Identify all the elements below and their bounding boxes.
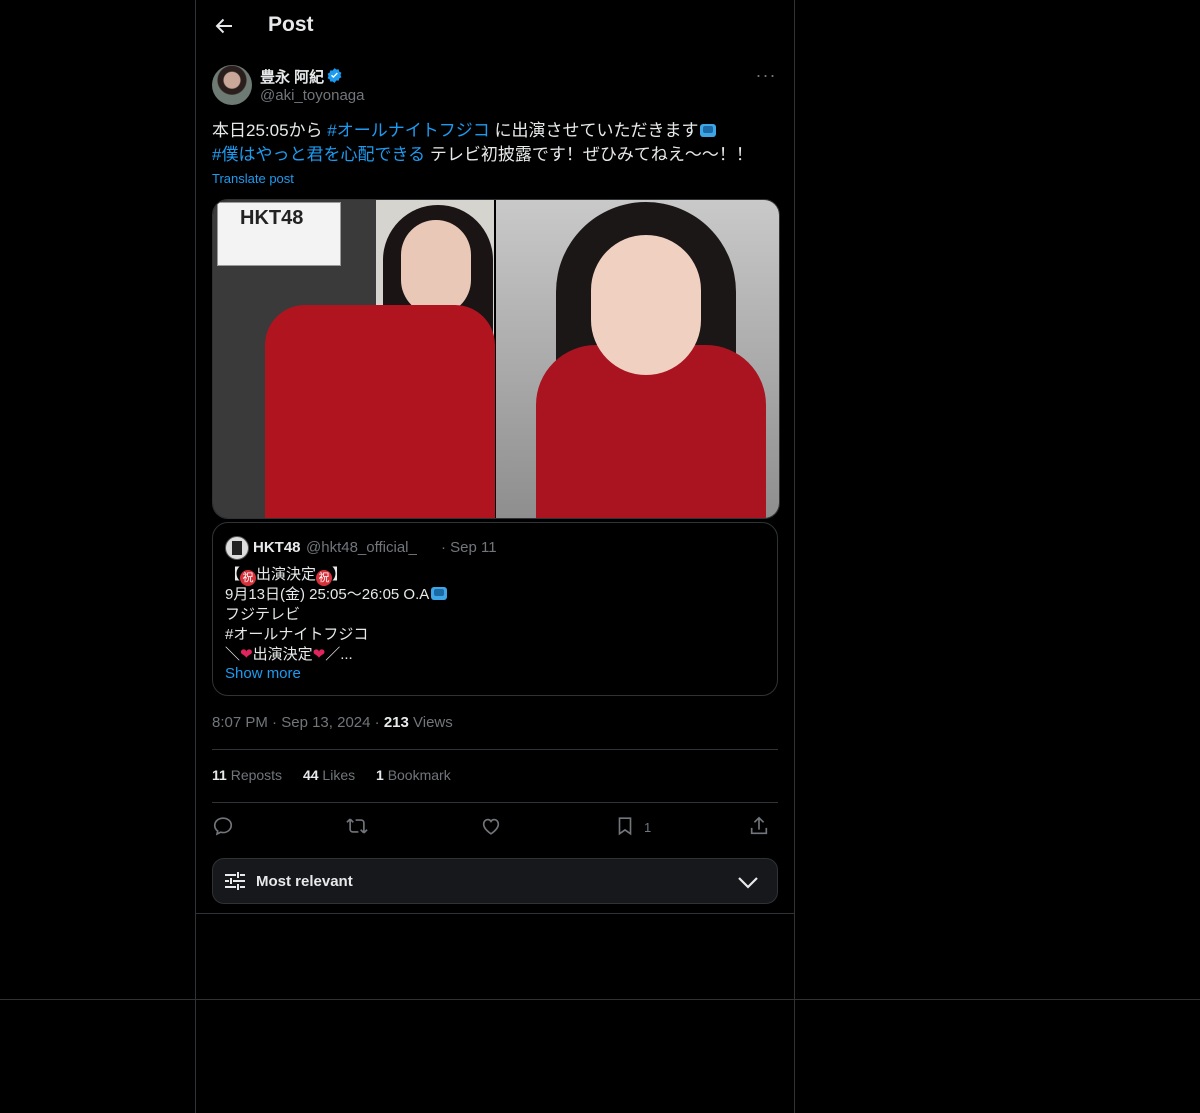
quoted-text-segment: 【 (225, 566, 241, 583)
views-label: Views (413, 714, 453, 731)
author-handle[interactable]: @aki_toyonaga (260, 87, 364, 104)
photo-figure (265, 305, 495, 518)
verified-badge-icon (326, 67, 343, 84)
photo-figure (401, 220, 471, 315)
celebration-mark-icon: 祝 (240, 570, 257, 586)
television-emoji-icon (700, 124, 717, 137)
quoted-text-segment: ／... (325, 646, 353, 663)
divider (212, 802, 778, 803)
post-column: Post 豊永 阿紀 @aki_toyonaga ··· 本日25:05から #… (196, 0, 794, 914)
quoted-text-segment: フジテレビ (225, 606, 301, 623)
post-metadata: 8:07 PM · Sep 13, 2024 · 213 Views (212, 714, 453, 731)
separator: · (272, 714, 282, 731)
bookmark-count: 1 (644, 820, 652, 835)
bookmarks-label: Bookmark (387, 767, 451, 783)
translate-post-link[interactable]: Translate post (212, 171, 294, 186)
post-text: 本日25:05から #オールナイトフジコ に出演させていただきます #僕はやっと… (212, 119, 778, 167)
quoted-text-segment: 出演決定 (256, 566, 317, 583)
post-author: 豊永 阿紀 @aki_toyonaga ··· (212, 65, 778, 107)
post-photo[interactable] (496, 200, 779, 518)
back-arrow-icon[interactable] (212, 14, 236, 38)
more-options-icon[interactable]: ··· (754, 65, 778, 87)
post-date[interactable]: Sep 13, 2024 (281, 714, 370, 731)
reposts-label: Reposts (230, 767, 283, 783)
quoted-author-name: HKT48 (253, 539, 301, 556)
repost-icon[interactable] (346, 815, 368, 837)
heart-emoji-icon: ❤ (312, 646, 326, 663)
reposts-count: 11 (212, 767, 227, 783)
author-name[interactable]: 豊永 阿紀 (260, 66, 324, 87)
page-title: Post (268, 13, 314, 36)
post-text-segment: テレビ初披露です！ぜひみてねえ〜〜！！ (425, 145, 753, 164)
hashtag-link[interactable]: #僕はやっと君を心配できる (212, 145, 425, 164)
divider (212, 749, 778, 750)
post-time[interactable]: 8:07 PM (212, 714, 268, 731)
quoted-post-date: · Sep 11 (441, 539, 497, 556)
likes-count: 44 (302, 767, 319, 783)
bookmarks-count: 1 (376, 767, 384, 783)
separator: · (374, 714, 384, 731)
heart-emoji-icon: ❤ (240, 646, 253, 663)
photo-figure (591, 235, 701, 375)
quoted-text-segment: ＼ (225, 646, 241, 663)
right-column-border (794, 0, 795, 1113)
share-icon[interactable] (748, 815, 770, 837)
hashtag-link[interactable]: #オールナイトフジコ (327, 121, 489, 140)
likes-label: Likes (322, 767, 356, 783)
television-emoji-icon (431, 587, 448, 600)
engagement-stats: 11 Reposts 44 Likes 1 Bookmark (212, 767, 468, 783)
post-text-segment: に出演させていただきます (489, 121, 699, 140)
bookmark-icon[interactable] (614, 815, 636, 837)
quoted-post-text: 【祝出演決定祝】 9月13日(金) 25:05〜26:05 O.A フジテレビ … (225, 565, 448, 665)
reply-sort-dropdown[interactable]: Most relevant (212, 858, 778, 904)
quoted-post[interactable]: HKT48 @hkt48_official_ · Sep 11 【祝出演決定祝】… (212, 522, 778, 696)
post-photo[interactable]: HKT48 (213, 200, 495, 518)
quoted-text-segment: #オールナイトフジコ (225, 626, 369, 643)
quoted-avatar (225, 536, 249, 560)
quoted-text-segment: 】 (332, 566, 348, 583)
views-count: 213 (383, 714, 409, 731)
post-actions: 1 (212, 815, 778, 839)
avatar[interactable] (212, 65, 252, 105)
quoted-text-segment: 出演決定 (252, 646, 313, 663)
chevron-down-icon (737, 872, 759, 892)
likes-stat[interactable]: 44 Likes (303, 767, 355, 783)
sort-label: Most relevant (256, 873, 353, 890)
celebration-mark-icon: 祝 (316, 570, 333, 586)
bookmarks-stat[interactable]: 1 Bookmark (376, 767, 451, 783)
like-heart-icon[interactable] (480, 815, 502, 837)
bottom-divider (0, 999, 1200, 1000)
page-header: Post (196, 0, 794, 53)
post-text-segment: 本日25:05から (212, 121, 328, 140)
dressing-room-sign: HKT48 (217, 202, 341, 266)
post-media: HKT48 (212, 199, 780, 519)
quoted-text-segment: 9月13日(金) 25:05〜26:05 O.A (225, 586, 430, 603)
reposts-stat[interactable]: 11 Reposts (212, 767, 282, 783)
reply-icon[interactable] (212, 815, 234, 837)
sliders-icon (225, 871, 245, 891)
show-more-link[interactable]: Show more (225, 665, 301, 682)
sign-text: HKT48 (240, 207, 304, 229)
quoted-author-handle: @hkt48_official_ (306, 539, 417, 556)
